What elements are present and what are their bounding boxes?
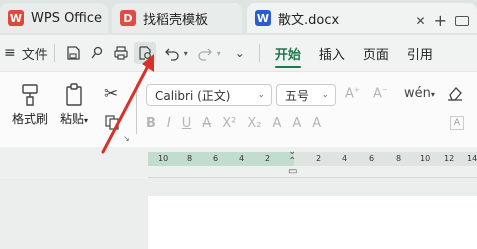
divider [136, 84, 137, 134]
tab-insert[interactable]: 插入 [310, 38, 354, 68]
format-painter-icon [22, 84, 38, 106]
font-name-value: Calibri (正文) [155, 88, 231, 103]
bold-button[interactable]: B [146, 116, 156, 131]
tab-page[interactable]: 页面 [354, 38, 398, 68]
window-layout-icon[interactable] [455, 15, 469, 26]
ruler-tick: 6 [213, 154, 219, 163]
font-launcher-icon[interactable]: A [450, 116, 464, 130]
clipboard-launcher-icon[interactable]: ↘ [123, 134, 130, 143]
more-chevron-icon[interactable]: ⌄ [235, 46, 245, 60]
subscript-button[interactable]: X₂ [247, 116, 261, 131]
font-size-value: 五号 [285, 88, 310, 103]
tab-label: 散文.docx [278, 12, 340, 28]
format-painter-button[interactable]: 格式刷 [12, 82, 48, 127]
chevron-down-icon: ⌄ [257, 90, 265, 100]
redo-dropdown-icon[interactable]: ▾ [217, 49, 221, 58]
ruler-margin [148, 152, 294, 166]
increase-font-icon[interactable]: A+ [345, 86, 360, 101]
ruler-tick: 4 [342, 154, 348, 163]
tab-document[interactable]: W 散文.docx ✕ + [247, 3, 477, 33]
ruler-tick: 10 [420, 154, 431, 163]
close-tab-icon[interactable]: ✕ [416, 14, 426, 28]
font-size-select[interactable]: 五号 ⌄ [276, 84, 336, 106]
wps-logo-icon: W [8, 10, 24, 26]
ruler-tick: 10 [158, 154, 169, 163]
undo-dropdown-icon[interactable]: ▾ [184, 49, 188, 58]
print-preview-icon[interactable] [133, 42, 156, 64]
copy-icon[interactable] [104, 114, 120, 134]
print-icon[interactable] [110, 42, 132, 64]
undo-icon[interactable] [161, 42, 183, 64]
tab-label: 找稻壳模板 [143, 12, 209, 28]
divider [53, 44, 55, 62]
font-color-button[interactable]: A [312, 116, 321, 131]
docer-icon: D [120, 10, 136, 26]
highlight-button[interactable]: A [292, 116, 301, 131]
word-doc-icon: W [255, 10, 271, 26]
scissors-icon[interactable]: ✂ [104, 84, 118, 104]
clipboard-icon [66, 83, 82, 106]
quick-toolbar: ≡ 文件 ▾ ▾ ⌄ 开始 插入 页面 引用 [0, 35, 477, 71]
ruler-tick: 8 [187, 154, 193, 163]
tab-home[interactable]: 开始 [266, 38, 310, 68]
tab-label: WPS Office [31, 10, 103, 26]
paste-label-wrap: 粘贴▾ [60, 110, 88, 127]
text-effect-button[interactable]: A [272, 116, 281, 131]
format-row: B I U A X² X₂ A A A [146, 116, 321, 131]
tab-references[interactable]: 引用 [398, 38, 442, 68]
ruler-tick: 6 [369, 154, 375, 163]
phonetic-guide-icon[interactable]: wén▾ [404, 86, 435, 101]
ruler-tick: 12 [444, 154, 455, 163]
new-tab-icon[interactable]: + [434, 11, 447, 30]
divider [258, 44, 260, 62]
menu-icon: ≡ [4, 45, 16, 61]
chevron-down-icon: ⌄ [321, 90, 329, 100]
share-link-icon[interactable] [86, 42, 108, 64]
format-painter-label: 格式刷 [12, 112, 49, 126]
ruler-area: 10 8 6 4 2 ⌄ ⌃ ▭ 2 4 6 8 10 12 14 [0, 147, 477, 177]
decrease-font-icon[interactable]: A− [373, 86, 388, 101]
page-separator [148, 177, 477, 178]
paste-label: 粘贴 [60, 112, 85, 126]
superscript-button[interactable]: X² [222, 116, 236, 131]
strikethrough-button[interactable]: A [202, 116, 211, 131]
save-icon[interactable] [62, 42, 84, 64]
ribbon-panel: 格式刷 粘贴▾ ✂ ↘ Calibri (正文) ⌄ 五号 ⌄ A+ A− wé… [0, 71, 477, 147]
font-name-select[interactable]: Calibri (正文) ⌄ [146, 84, 272, 106]
tab-docer-templates[interactable]: D 找稻壳模板 [112, 3, 242, 33]
indent-marker-icon[interactable]: ⌄ ⌃ ▭ [288, 147, 297, 177]
ruler-tick: 8 [396, 154, 402, 163]
paste-dropdown-icon[interactable]: ▾ [84, 116, 88, 125]
italic-button[interactable]: I [167, 116, 171, 131]
file-label: 文件 [21, 47, 48, 63]
clear-format-icon[interactable] [446, 85, 464, 105]
ruler-tick: 2 [316, 154, 322, 163]
ruler-tick: 4 [239, 154, 245, 163]
document-page[interactable] [148, 196, 477, 249]
paste-button[interactable]: 粘贴▾ [60, 82, 88, 127]
ruler-tick: 2 [265, 154, 271, 163]
ruler-tick: 14 [467, 154, 477, 163]
tab-wps-office[interactable]: W WPS Office [0, 3, 108, 33]
title-bar: W WPS Office D 找稻壳模板 W 散文.docx ✕ + [0, 0, 477, 35]
redo-icon[interactable] [194, 42, 216, 64]
underline-button[interactable]: U [182, 116, 192, 131]
file-menu[interactable]: ≡ 文件 [4, 41, 48, 65]
